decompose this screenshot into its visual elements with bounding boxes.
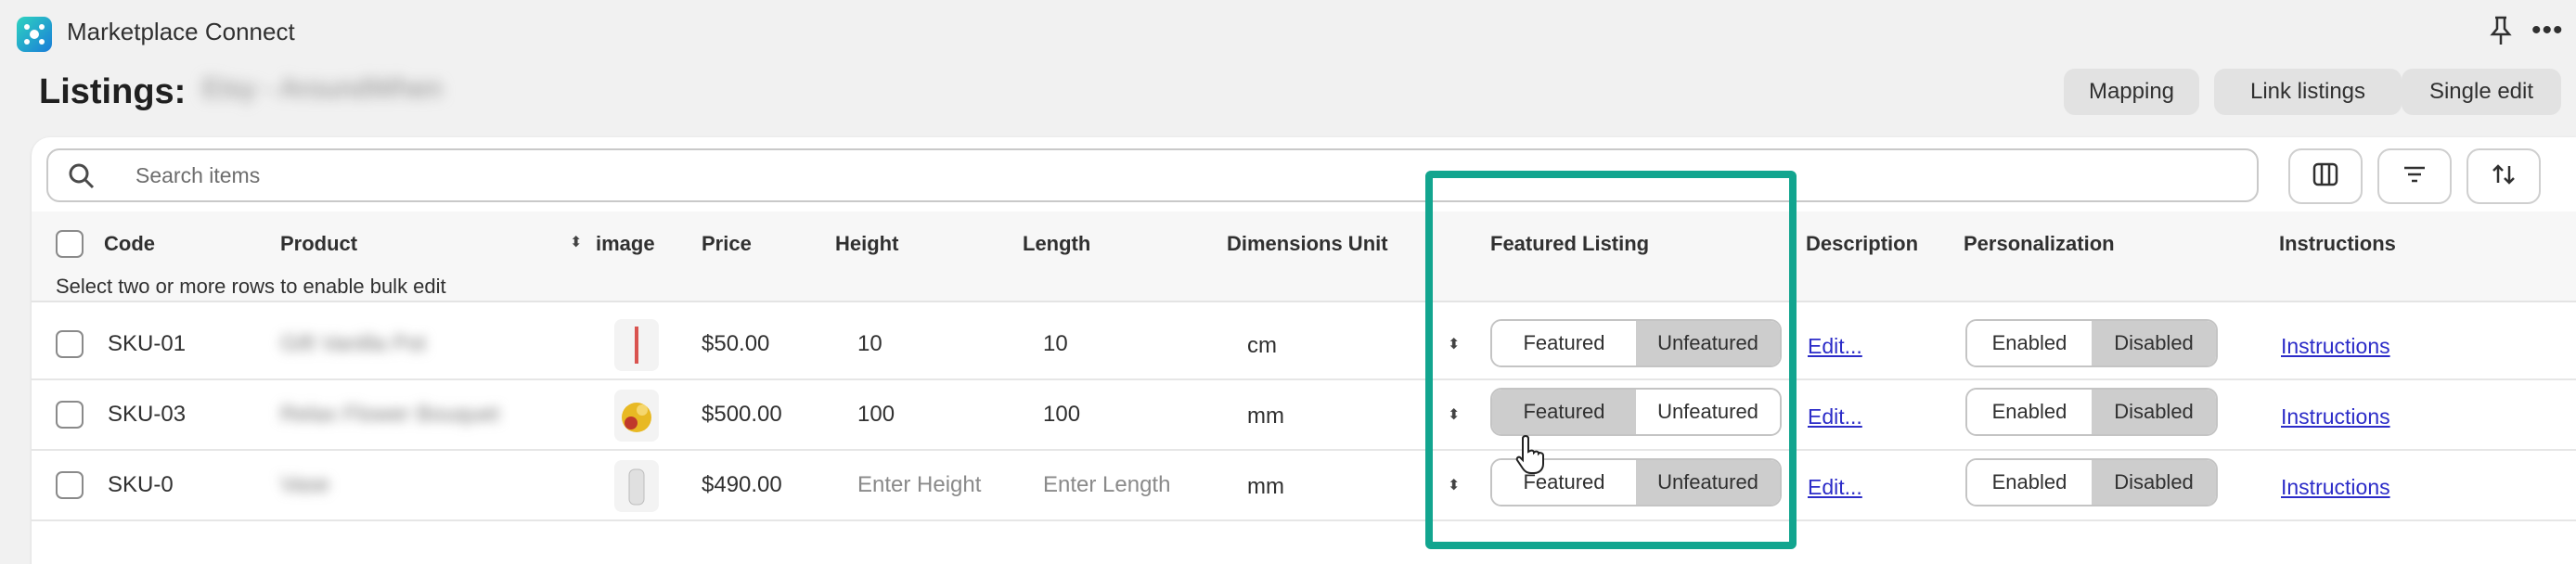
product-image bbox=[614, 390, 659, 442]
description-edit-link[interactable]: Edit... bbox=[1808, 401, 1862, 432]
enabled-option[interactable]: Enabled bbox=[1967, 321, 2092, 365]
columns-button[interactable] bbox=[2288, 148, 2363, 204]
pointer-cursor-icon bbox=[1514, 432, 1552, 475]
enabled-option[interactable]: Enabled bbox=[1967, 460, 2092, 505]
product-image bbox=[614, 460, 659, 512]
personalization-toggle[interactable]: Enabled Disabled bbox=[1965, 458, 2218, 506]
row-product[interactable]: Vase bbox=[280, 469, 329, 501]
instructions-link[interactable]: Instructions bbox=[2281, 471, 2390, 503]
row-length[interactable]: 100 bbox=[1043, 399, 1080, 430]
disabled-option[interactable]: Disabled bbox=[2092, 321, 2216, 365]
app-title: Marketplace Connect bbox=[67, 18, 295, 45]
enabled-option[interactable]: Enabled bbox=[1967, 390, 2092, 434]
column-height[interactable]: Height bbox=[835, 230, 898, 258]
column-dimensions-unit[interactable]: Dimensions Unit bbox=[1227, 230, 1388, 258]
row-height[interactable]: 100 bbox=[857, 399, 895, 430]
row-unit[interactable]: cm bbox=[1247, 330, 1277, 362]
featured-column-highlight bbox=[1425, 171, 1797, 549]
row-code: SKU-0 bbox=[108, 472, 174, 497]
personalization-toggle[interactable]: Enabled Disabled bbox=[1965, 388, 2218, 436]
store-name: Etsy - AroundWhen bbox=[202, 73, 443, 104]
page-title: Listings: bbox=[39, 72, 187, 111]
column-code[interactable]: Code bbox=[104, 230, 155, 258]
search-input[interactable] bbox=[135, 156, 1249, 195]
columns-icon bbox=[2312, 160, 2339, 193]
mapping-button[interactable]: Mapping bbox=[2064, 69, 2199, 115]
description-edit-link[interactable]: Edit... bbox=[1808, 330, 1862, 362]
sort-caret-icon[interactable]: ⬍ bbox=[570, 236, 582, 250]
disabled-option[interactable]: Disabled bbox=[2092, 390, 2216, 434]
row-product[interactable]: Gift Vanilla Pot bbox=[280, 328, 426, 360]
single-edit-button[interactable]: Single edit bbox=[2402, 69, 2561, 115]
row-unit[interactable]: mm bbox=[1247, 471, 1284, 503]
row-price: $50.00 bbox=[702, 331, 770, 356]
instructions-link[interactable]: Instructions bbox=[2281, 330, 2390, 362]
row-checkbox[interactable] bbox=[56, 330, 84, 358]
column-personalization[interactable]: Personalization bbox=[1964, 230, 2115, 258]
filter-button[interactable] bbox=[2377, 148, 2452, 204]
row-price: $500.00 bbox=[702, 402, 782, 427]
row-height-input[interactable]: Enter Height bbox=[857, 469, 981, 501]
select-all-checkbox[interactable] bbox=[56, 230, 84, 258]
search-icon bbox=[65, 160, 98, 193]
column-length[interactable]: Length bbox=[1023, 230, 1090, 258]
row-product[interactable]: Relax Flower Bouquet bbox=[280, 399, 499, 430]
row-price: $490.00 bbox=[702, 472, 782, 497]
filter-icon bbox=[2401, 160, 2428, 193]
column-image[interactable]: image bbox=[596, 230, 655, 258]
pin-icon[interactable] bbox=[2487, 15, 2515, 46]
row-unit[interactable]: mm bbox=[1247, 401, 1284, 432]
row-checkbox[interactable] bbox=[56, 401, 84, 429]
personalization-toggle[interactable]: Enabled Disabled bbox=[1965, 319, 2218, 367]
app-logo-icon bbox=[17, 17, 52, 52]
instructions-link[interactable]: Instructions bbox=[2281, 401, 2390, 432]
more-icon[interactable]: ••• bbox=[2531, 17, 2564, 45]
column-price[interactable]: Price bbox=[702, 230, 752, 258]
disabled-option[interactable]: Disabled bbox=[2092, 460, 2216, 505]
sort-button[interactable] bbox=[2467, 148, 2541, 204]
column-description[interactable]: Description bbox=[1806, 230, 1918, 258]
link-listings-button[interactable]: Link listings bbox=[2214, 69, 2402, 115]
row-code: SKU-03 bbox=[108, 402, 187, 427]
row-height[interactable]: 10 bbox=[857, 328, 882, 360]
row-code: SKU-01 bbox=[108, 331, 187, 356]
description-edit-link[interactable]: Edit... bbox=[1808, 471, 1862, 503]
product-image bbox=[614, 319, 659, 371]
column-product[interactable]: Product bbox=[280, 230, 357, 258]
row-checkbox[interactable] bbox=[56, 471, 84, 499]
column-instructions[interactable]: Instructions bbox=[2279, 230, 2396, 258]
sort-icon bbox=[2490, 160, 2518, 193]
row-length[interactable]: 10 bbox=[1043, 328, 1068, 360]
row-length-input[interactable]: Enter Length bbox=[1043, 469, 1170, 501]
bulk-edit-note: Select two or more rows to enable bulk e… bbox=[56, 275, 446, 298]
